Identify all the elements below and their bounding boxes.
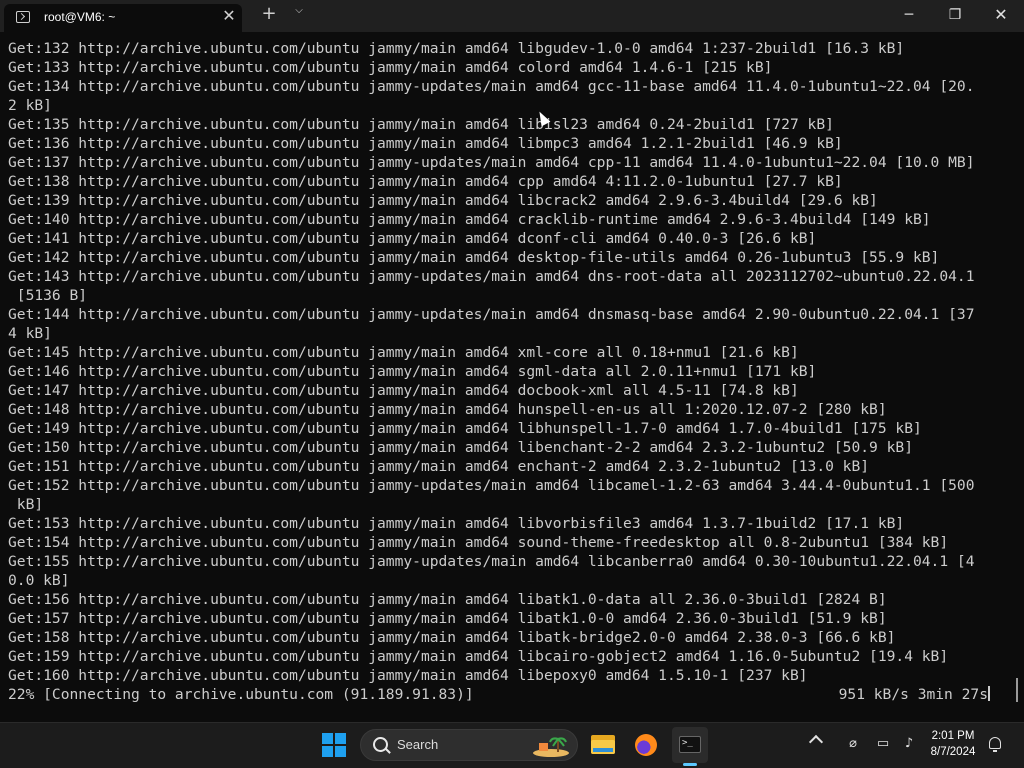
file-explorer-icon[interactable] <box>585 727 621 763</box>
terminal-line: Get:158 http://archive.ubuntu.com/ubuntu… <box>8 629 896 646</box>
search-icon <box>373 737 388 752</box>
terminal-output[interactable]: Get:132 http://archive.ubuntu.com/ubuntu… <box>0 32 1024 722</box>
terminal-line: Get:152 http://archive.ubuntu.com/ubuntu… <box>8 477 975 494</box>
search-highlight-icon <box>533 737 569 757</box>
start-logo-pane <box>322 746 333 757</box>
start-logo-pane <box>335 746 346 757</box>
terminal-line: Get:156 http://archive.ubuntu.com/ubuntu… <box>8 591 887 608</box>
folder-stripe <box>593 748 613 752</box>
clock-date: 8/7/2024 <box>930 746 976 758</box>
terminal-line: Get:143 http://archive.ubuntu.com/ubuntu… <box>8 268 975 285</box>
terminal-line: Get:132 http://archive.ubuntu.com/ubuntu… <box>8 40 905 57</box>
terminal-line: Get:140 http://archive.ubuntu.com/ubuntu… <box>8 211 931 228</box>
apt-progress-line: 22% [Connecting to archive.ubuntu.com (9… <box>8 685 990 704</box>
system-clock[interactable]: 2:01 PM 8/7/2024 <box>922 728 984 760</box>
terminal-app-icon[interactable]: >_ <box>672 727 708 763</box>
terminal-line: Get:146 http://archive.ubuntu.com/ubuntu… <box>8 363 817 380</box>
close-window-button[interactable]: ✕ <box>978 0 1024 32</box>
terminal-line: 0.0 kB] <box>8 572 70 589</box>
terminal-line: Get:137 http://archive.ubuntu.com/ubuntu… <box>8 154 975 171</box>
start-logo-pane <box>335 733 346 744</box>
terminal-line: Get:153 http://archive.ubuntu.com/ubuntu… <box>8 515 905 532</box>
windows-start-button[interactable] <box>322 733 346 757</box>
notification-bell-icon[interactable] <box>989 737 1001 752</box>
terminal-line: Get:135 http://archive.ubuntu.com/ubuntu… <box>8 116 834 133</box>
firefox-globe <box>635 734 657 756</box>
maximize-button[interactable]: ❐ <box>932 0 978 32</box>
terminal-line: Get:145 http://archive.ubuntu.com/ubuntu… <box>8 344 799 361</box>
terminal-line: Get:154 http://archive.ubuntu.com/ubuntu… <box>8 534 949 551</box>
taskbar: Search >_ ⌀ ▭ ♪ 2:01 PM 8/7/2024 <box>0 722 1024 768</box>
taskbar-search[interactable]: Search <box>360 729 578 761</box>
network-icon[interactable]: ⌀ <box>844 736 862 752</box>
terminal-line: 4 kB] <box>8 325 52 342</box>
terminal-line: Get:144 http://archive.ubuntu.com/ubuntu… <box>8 306 975 323</box>
text-cursor <box>988 686 990 701</box>
prompt-glyph: >_ <box>682 738 693 748</box>
terminal-line: Get:142 http://archive.ubuntu.com/ubuntu… <box>8 249 940 266</box>
start-logo-pane <box>322 733 333 744</box>
terminal-lines: Get:132 http://archive.ubuntu.com/ubuntu… <box>8 39 1008 704</box>
show-hidden-icons-button[interactable] <box>808 734 824 750</box>
volume-icon[interactable]: ♪ <box>900 736 918 752</box>
terminal-line: Get:138 http://archive.ubuntu.com/ubuntu… <box>8 173 843 190</box>
terminal-line: 2 kB] <box>8 97 52 114</box>
firefox-icon[interactable] <box>628 727 664 763</box>
terminal-line: Get:136 http://archive.ubuntu.com/ubuntu… <box>8 135 843 152</box>
terminal-line: [5136 B] <box>8 287 88 304</box>
terminal-tab[interactable]: root@VM6: ~ ✕ <box>4 4 242 32</box>
terminal-line: Get:148 http://archive.ubuntu.com/ubuntu… <box>8 401 887 418</box>
chevron-down-icon[interactable]: ⌵ <box>290 5 308 16</box>
terminal-line: Get:157 http://archive.ubuntu.com/ubuntu… <box>8 610 887 627</box>
terminal-line: Get:133 http://archive.ubuntu.com/ubuntu… <box>8 59 773 76</box>
terminal-line: Get:155 http://archive.ubuntu.com/ubuntu… <box>8 553 975 570</box>
search-label: Search <box>397 737 439 752</box>
display-icon[interactable]: ▭ <box>874 736 892 752</box>
minimize-button[interactable]: ─ <box>886 0 932 32</box>
terminal-line: Get:159 http://archive.ubuntu.com/ubuntu… <box>8 648 949 665</box>
download-rate-text: 951 kB/s 3min 27s <box>838 686 988 703</box>
terminal-icon <box>16 11 30 23</box>
progress-status: 22% [Connecting to archive.ubuntu.com (9… <box>8 686 474 703</box>
terminal-line: Get:149 http://archive.ubuntu.com/ubuntu… <box>8 420 922 437</box>
scrollbar[interactable] <box>1016 678 1018 702</box>
terminal-line: Get:134 http://archive.ubuntu.com/ubuntu… <box>8 78 975 95</box>
terminal-line: Get:160 http://archive.ubuntu.com/ubuntu… <box>8 667 808 684</box>
active-app-indicator <box>683 763 697 766</box>
terminal-line: Get:141 http://archive.ubuntu.com/ubuntu… <box>8 230 817 247</box>
new-tab-button[interactable]: + <box>258 3 280 24</box>
close-tab-icon[interactable]: ✕ <box>219 6 239 25</box>
terminal-line: Get:147 http://archive.ubuntu.com/ubuntu… <box>8 382 799 399</box>
download-rate: 951 kB/s 3min 27s <box>839 685 990 704</box>
clock-time: 2:01 PM <box>931 730 975 742</box>
tab-title: root@VM6: ~ <box>44 10 116 24</box>
terminal-line: Get:139 http://archive.ubuntu.com/ubuntu… <box>8 192 878 209</box>
terminal-line: kB] <box>8 496 44 513</box>
title-bar: root@VM6: ~ ✕ + ⌵ ─ ❐ ✕ <box>0 0 1024 32</box>
terminal-line: Get:150 http://archive.ubuntu.com/ubuntu… <box>8 439 913 456</box>
terminal-line: Get:151 http://archive.ubuntu.com/ubuntu… <box>8 458 870 475</box>
